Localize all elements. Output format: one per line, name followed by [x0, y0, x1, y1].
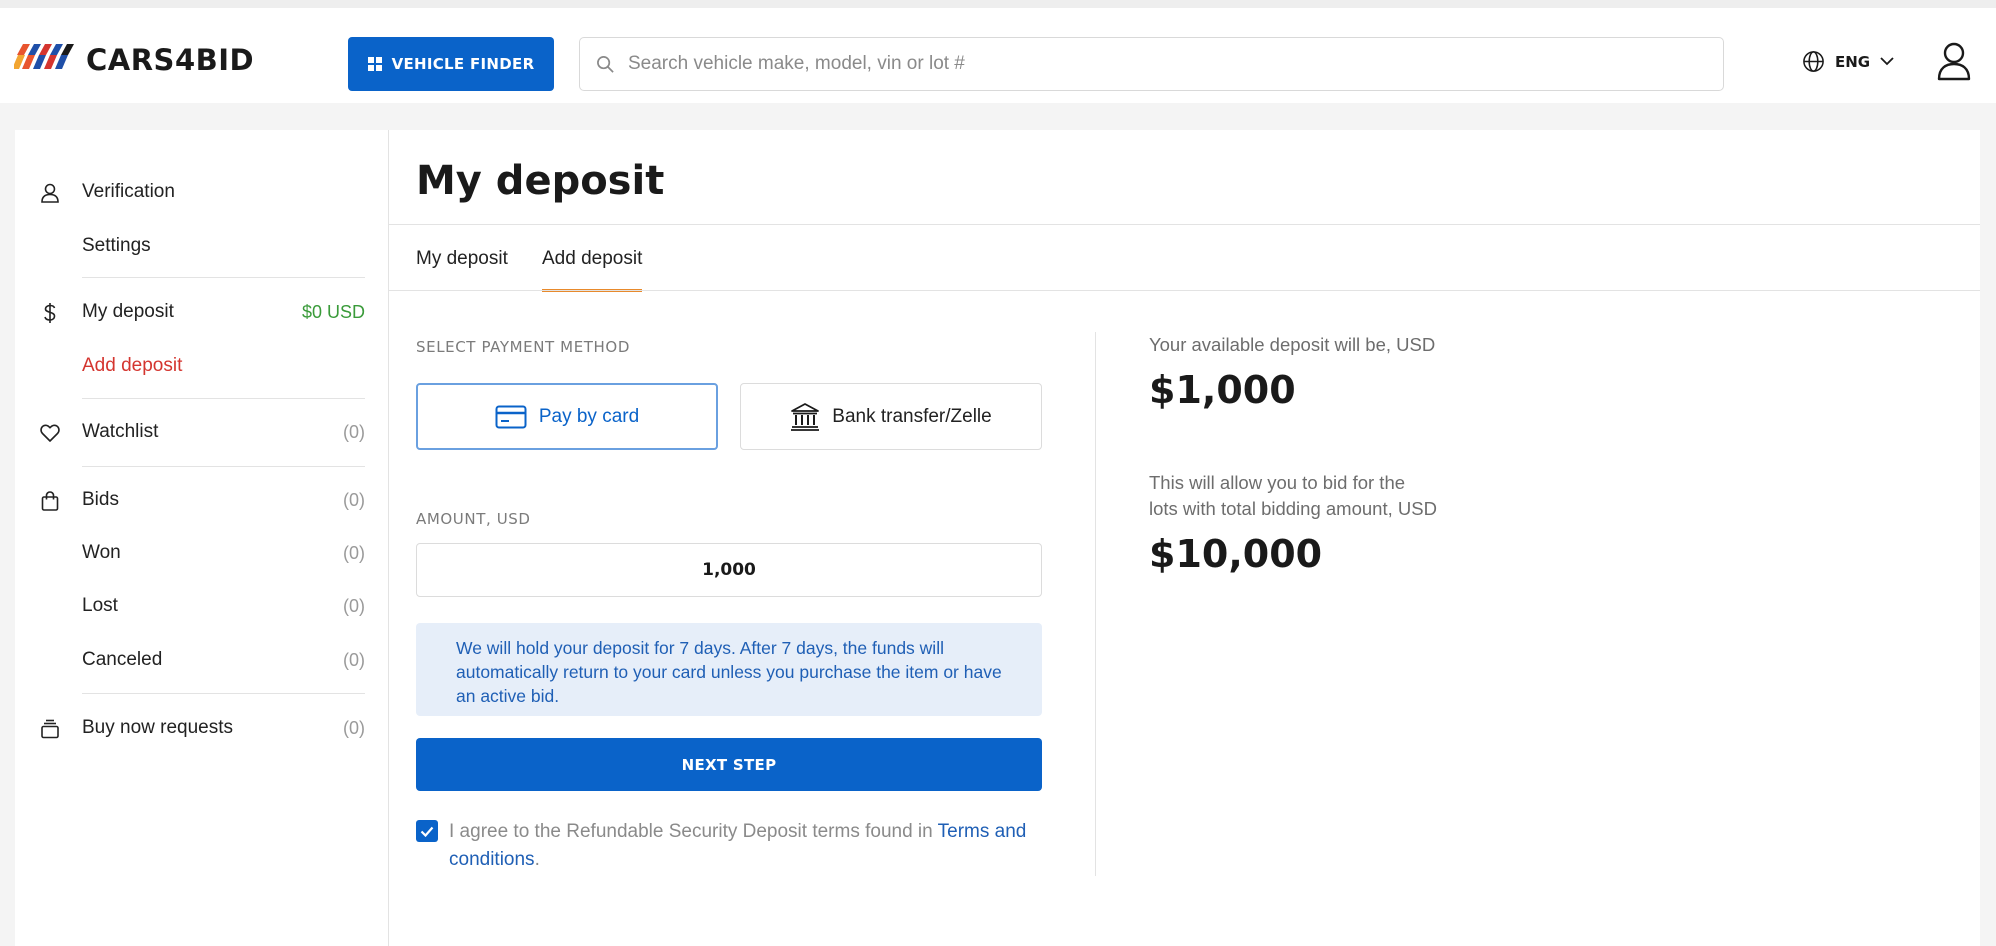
- sidebar: Verification Settings My deposit $0 USD …: [15, 130, 389, 946]
- person-icon: [41, 183, 59, 203]
- chevron-down-icon: [1880, 57, 1894, 66]
- sidebar-item-label: Lost: [82, 595, 118, 616]
- sidebar-divider: [82, 693, 365, 694]
- pay-by-card-label: Pay by card: [538, 405, 640, 427]
- sidebar-item-won[interactable]: Won (0): [15, 536, 389, 570]
- sidebar-item-label: Buy now requests: [82, 717, 234, 738]
- available-deposit-value: $1,000: [1149, 368, 1296, 412]
- search-icon: [597, 56, 614, 73]
- search-input[interactable]: [580, 38, 1723, 90]
- count-badge: (0): [343, 489, 365, 510]
- bank-transfer-button[interactable]: Bank transfer/Zelle: [740, 383, 1042, 450]
- sidebar-item-label: My deposit: [82, 301, 174, 322]
- sidebar-item-label: Won: [82, 542, 121, 563]
- page-title: My deposit: [416, 158, 665, 204]
- logo-mark-icon: [14, 44, 74, 69]
- sidebar-divider: [82, 466, 365, 467]
- sidebar-item-lost[interactable]: Lost (0): [15, 589, 389, 623]
- main-content: My deposit My deposit Add deposit SELECT…: [389, 130, 1980, 946]
- sidebar-item-watchlist[interactable]: Watchlist (0): [15, 415, 389, 449]
- next-step-button[interactable]: NEXT STEP: [416, 738, 1042, 791]
- search-box[interactable]: [579, 37, 1724, 91]
- tab-my-deposit[interactable]: My deposit: [416, 248, 508, 292]
- bidding-allowance-label-1: This will allow you to bid for the: [1149, 472, 1406, 493]
- sidebar-item-canceled[interactable]: Canceled (0): [15, 643, 389, 677]
- count-badge: (0): [343, 717, 365, 738]
- amount-input[interactable]: [416, 543, 1042, 597]
- logo[interactable]: CARS4BID: [14, 43, 254, 77]
- sidebar-item-label: Canceled: [82, 649, 163, 670]
- sidebar-divider: [82, 398, 365, 399]
- header: CARS4BID VEHICLE FINDER ENG: [0, 8, 1996, 103]
- language-label: ENG: [1835, 52, 1871, 71]
- bidding-allowance-value: $10,000: [1149, 532, 1323, 576]
- select-payment-label: SELECT PAYMENT METHOD: [416, 338, 630, 356]
- heart-icon: [40, 424, 60, 442]
- count-badge: (0): [343, 649, 365, 670]
- top-strip: [0, 0, 1996, 8]
- agree-text: I agree to the Refundable Security Depos…: [449, 818, 1049, 874]
- language-selector[interactable]: ENG: [1802, 50, 1894, 73]
- title-divider: [389, 224, 1980, 225]
- dollar-icon: [44, 303, 56, 323]
- sidebar-item-label: Bids: [82, 489, 119, 510]
- tab-add-deposit[interactable]: Add deposit: [542, 248, 643, 292]
- available-deposit-label: Your available deposit will be, USD: [1149, 334, 1436, 355]
- sidebar-item-label: Watchlist: [82, 421, 159, 442]
- count-badge: (0): [343, 421, 365, 442]
- count-badge: (0): [343, 595, 365, 616]
- checkmark-icon: [420, 826, 434, 837]
- agree-checkbox[interactable]: [416, 820, 438, 842]
- deposit-hold-notice: We will hold your deposit for 7 days. Af…: [416, 623, 1042, 716]
- agree-text-end: .: [534, 849, 540, 870]
- vehicle-finder-label: VEHICLE FINDER: [391, 55, 535, 73]
- sidebar-item-label: Add deposit: [82, 355, 183, 376]
- sidebar-item-bids[interactable]: Bids (0): [15, 483, 389, 517]
- bank-icon: [791, 402, 820, 431]
- agree-text-label: I agree to the Refundable Security Depos…: [449, 821, 938, 842]
- logo-text: CARS4BID: [86, 43, 255, 77]
- grid-icon: [367, 57, 382, 71]
- pay-by-card-button[interactable]: Pay by card: [416, 383, 718, 450]
- sidebar-divider: [82, 277, 365, 278]
- vehicle-finder-button[interactable]: VEHICLE FINDER: [348, 37, 554, 91]
- globe-icon: [1803, 51, 1824, 72]
- shopping-bag-icon: [41, 491, 59, 511]
- credit-card-icon: [495, 405, 527, 428]
- sidebar-item-label: Verification: [82, 181, 175, 202]
- user-account-icon[interactable]: [1936, 42, 1972, 82]
- amount-label: AMOUNT, USD: [416, 510, 531, 528]
- bidding-allowance-label-2: lots with total bidding amount, USD: [1149, 498, 1437, 519]
- deposit-amount: $0 USD: [301, 301, 365, 322]
- column-divider: [1095, 332, 1096, 876]
- sidebar-item-add-deposit[interactable]: Add deposit: [15, 349, 389, 383]
- tabs-divider: [389, 290, 1980, 291]
- stack-icon: [41, 719, 59, 739]
- sidebar-item-my-deposit[interactable]: My deposit $0 USD: [15, 295, 389, 329]
- count-badge: (0): [343, 542, 365, 563]
- sidebar-item-settings[interactable]: Settings: [15, 229, 389, 263]
- bank-transfer-label: Bank transfer/Zelle: [832, 405, 992, 427]
- sidebar-item-verification[interactable]: Verification: [15, 175, 389, 209]
- sidebar-item-buy-now-requests[interactable]: Buy now requests (0): [15, 711, 389, 745]
- sidebar-item-label: Settings: [82, 235, 151, 256]
